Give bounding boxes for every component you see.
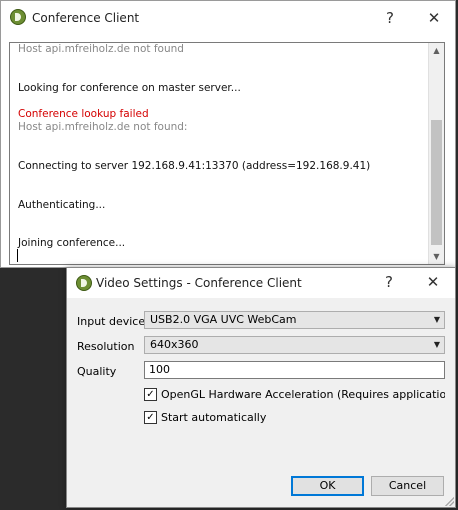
vertical-scrollbar[interactable]: ▲ ▼: [428, 43, 444, 264]
help-button[interactable]: ?: [377, 7, 403, 29]
chevron-down-icon: ▼: [433, 315, 440, 324]
log-line: Looking for conference on master server.…: [18, 82, 241, 94]
log-line: Connecting to server 192.168.9.41:13370 …: [18, 160, 371, 172]
log-line-error: Conference lookup failed: [18, 108, 149, 120]
log-line: Host api.mfreiholz.de not found:: [18, 121, 188, 133]
opengl-checkbox-label: OpenGL Hardware Acceleration (Requires a…: [161, 388, 445, 401]
chevron-down-icon: ▼: [433, 340, 440, 349]
quality-input[interactable]: 100: [144, 361, 445, 379]
log-line: Joining conference...: [18, 237, 126, 249]
resize-grip[interactable]: [444, 496, 454, 506]
autostart-checkbox-row[interactable]: ✓ Start automatically: [144, 411, 344, 425]
opengl-checkbox-row[interactable]: ✓ OpenGL Hardware Acceleration (Requires…: [144, 388, 445, 402]
quality-label: Quality: [77, 365, 117, 378]
resolution-value: 640x360: [150, 338, 199, 351]
dialog-title-bar: Video Settings - Conference Client ? ✕: [67, 268, 455, 298]
scroll-down-icon[interactable]: ▼: [429, 249, 444, 264]
input-device-label: Input device: [77, 315, 146, 328]
autostart-checkbox[interactable]: ✓: [144, 411, 157, 424]
input-device-select[interactable]: USB2.0 VGA UVC WebCam ▼: [144, 311, 445, 329]
close-button[interactable]: ✕: [421, 7, 447, 29]
log-line: Host api.mfreiholz.de not found: [18, 43, 184, 55]
help-button[interactable]: ?: [376, 271, 402, 293]
log-text-area[interactable]: Host api.mfreiholz.de not found Looking …: [9, 42, 445, 265]
scroll-up-icon[interactable]: ▲: [429, 43, 444, 58]
resolution-select[interactable]: 640x360 ▼: [144, 336, 445, 354]
app-logo-icon: [10, 9, 26, 25]
app-logo-icon: [76, 275, 92, 291]
log-line: Authenticating...: [18, 199, 106, 211]
input-device-value: USB2.0 VGA UVC WebCam: [150, 313, 297, 326]
opengl-checkbox[interactable]: ✓: [144, 388, 157, 401]
video-settings-dialog: Video Settings - Conference Client ? ✕ I…: [66, 267, 456, 508]
cancel-button[interactable]: Cancel: [371, 476, 444, 496]
conference-client-window: Conference Client ? ✕ Host api.mfreiholz…: [0, 0, 456, 268]
scrollbar-thumb[interactable]: [431, 120, 442, 245]
window-title: Conference Client: [32, 11, 140, 25]
resolution-label: Resolution: [77, 340, 135, 353]
close-button[interactable]: ✕: [420, 271, 446, 293]
autostart-checkbox-label: Start automatically: [161, 411, 267, 424]
dialog-title: Video Settings - Conference Client: [96, 276, 302, 290]
text-cursor: [17, 249, 18, 262]
title-bar: Conference Client ? ✕: [1, 1, 455, 35]
ok-button[interactable]: OK: [291, 476, 364, 496]
